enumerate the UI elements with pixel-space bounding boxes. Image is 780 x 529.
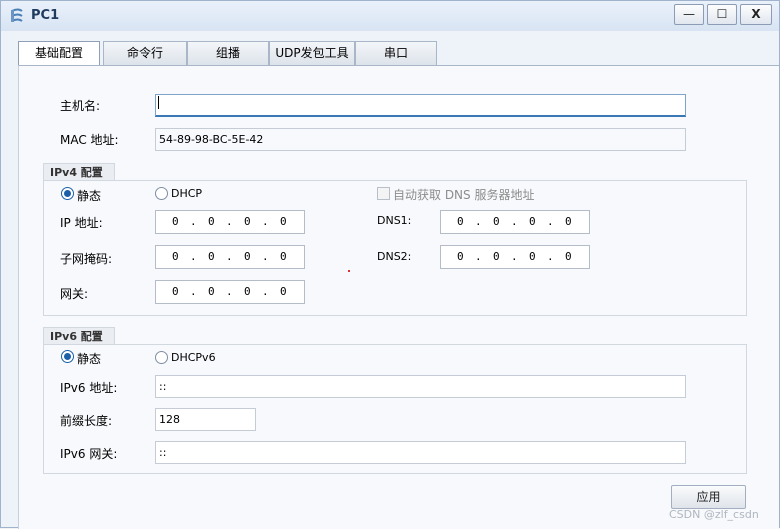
ip-dot: . [511,250,518,263]
subnet-mask-input[interactable]: 0 . 0 . 0 . 0 [155,245,305,269]
ipv4-static-radio[interactable] [61,187,74,200]
ipv4-dhcp-label: DHCP [171,187,203,200]
gateway-input[interactable]: 0 . 0 . 0 . 0 [155,280,305,304]
ip-octet: 0 [457,250,464,263]
ip-octet: 0 [280,215,287,228]
prefix-length-label: 前缀长度: [60,414,113,428]
ip-octet: 0 [280,250,287,263]
ipv6-gateway-label: IPv6 网关: [60,447,118,461]
hostname-input[interactable] [155,94,686,117]
ip-dot: . [547,215,554,228]
ip-dot: . [190,250,197,263]
ip-dot: . [262,215,269,228]
ipv6-dhcp-label: DHCPv6 [171,351,216,364]
gateway-label: 网关: [60,287,89,301]
ip-dot: . [475,215,482,228]
subnet-mask-label: 子网掩码: [60,252,113,266]
apply-button[interactable]: 应用 [671,485,746,509]
ipv4-dhcp-radio[interactable] [155,187,168,200]
tab-command-line[interactable]: 命令行 [103,41,187,65]
ip-dot: . [226,285,233,298]
auto-dns-checkbox[interactable] [377,187,390,200]
ipv6-static-radio[interactable] [61,350,74,363]
ip-dot: . [226,215,233,228]
ipv4-group-title: IPv4 配置 [43,163,115,181]
ip-address-input[interactable]: 0 . 0 . 0 . 0 [155,210,305,234]
ip-octet: 0 [244,250,251,263]
ip-octet: 0 [244,215,251,228]
ip-dot: . [475,250,482,263]
ipv6-group-title: IPv6 配置 [43,327,115,345]
ip-octet: 0 [493,250,500,263]
title-bar[interactable]: PC1 — ☐ X [1,1,779,31]
ip-octet: 0 [280,285,287,298]
tab-multicast[interactable]: 组播 [187,41,269,65]
ip-dot: . [226,250,233,263]
ipv6-address-label: IPv6 地址: [60,381,118,395]
ip-octet: 0 [457,215,464,228]
dns2-input[interactable]: 0 . 0 . 0 . 0 [440,245,590,269]
auto-dns-label: 自动获取 DNS 服务器地址 [393,188,535,202]
text-caret [158,96,159,109]
tab-serial[interactable]: 串口 [355,41,437,65]
close-button[interactable]: X [740,4,772,25]
mac-address-field: 54-89-98-BC-5E-42 [155,128,686,151]
ip-octet: 0 [208,215,215,228]
dns2-label: DNS2: [377,250,412,263]
watermark: CSDN @zlf_csdn [669,508,759,521]
dns1-label: DNS1: [377,214,412,227]
minimize-button[interactable]: — [674,4,704,25]
ip-dot: . [547,250,554,263]
pc-app-icon [11,8,23,22]
ip-octet: 0 [172,285,179,298]
pc1-config-window: PC1 — ☐ X 基础配置 命令行 组播 UDP发包工具 串口 主机名: MA… [0,0,780,529]
stray-pixel [348,270,350,272]
hostname-label: 主机名: [60,99,101,113]
tab-basic-config[interactable]: 基础配置 [18,41,100,66]
ipv6-dhcp-radio[interactable] [155,351,168,364]
ip-octet: 0 [208,285,215,298]
tab-udp-tool[interactable]: UDP发包工具 [269,41,355,65]
ip-octet: 0 [529,215,536,228]
ip-octet: 0 [244,285,251,298]
ip-octet: 0 [529,250,536,263]
ip-octet: 0 [493,215,500,228]
ip-dot: . [190,215,197,228]
maximize-button[interactable]: ☐ [707,4,737,25]
window-title: PC1 [31,8,60,23]
ipv6-static-label: 静态 [77,352,102,366]
ip-address-label: IP 地址: [60,216,103,230]
ip-dot: . [190,285,197,298]
ipv6-address-input[interactable]: :: [155,375,686,398]
ip-dot: . [262,250,269,263]
ip-octet: 0 [208,250,215,263]
ip-octet: 0 [565,215,572,228]
ip-octet: 0 [172,250,179,263]
ipv4-static-label: 静态 [77,189,102,203]
prefix-length-input[interactable]: 128 [155,408,256,431]
ip-octet: 0 [565,250,572,263]
dns1-input[interactable]: 0 . 0 . 0 . 0 [440,210,590,234]
ip-dot: . [511,215,518,228]
ip-octet: 0 [172,215,179,228]
ipv6-gateway-input[interactable]: :: [155,441,686,464]
mac-label: MAC 地址: [60,133,119,147]
ip-dot: . [262,285,269,298]
